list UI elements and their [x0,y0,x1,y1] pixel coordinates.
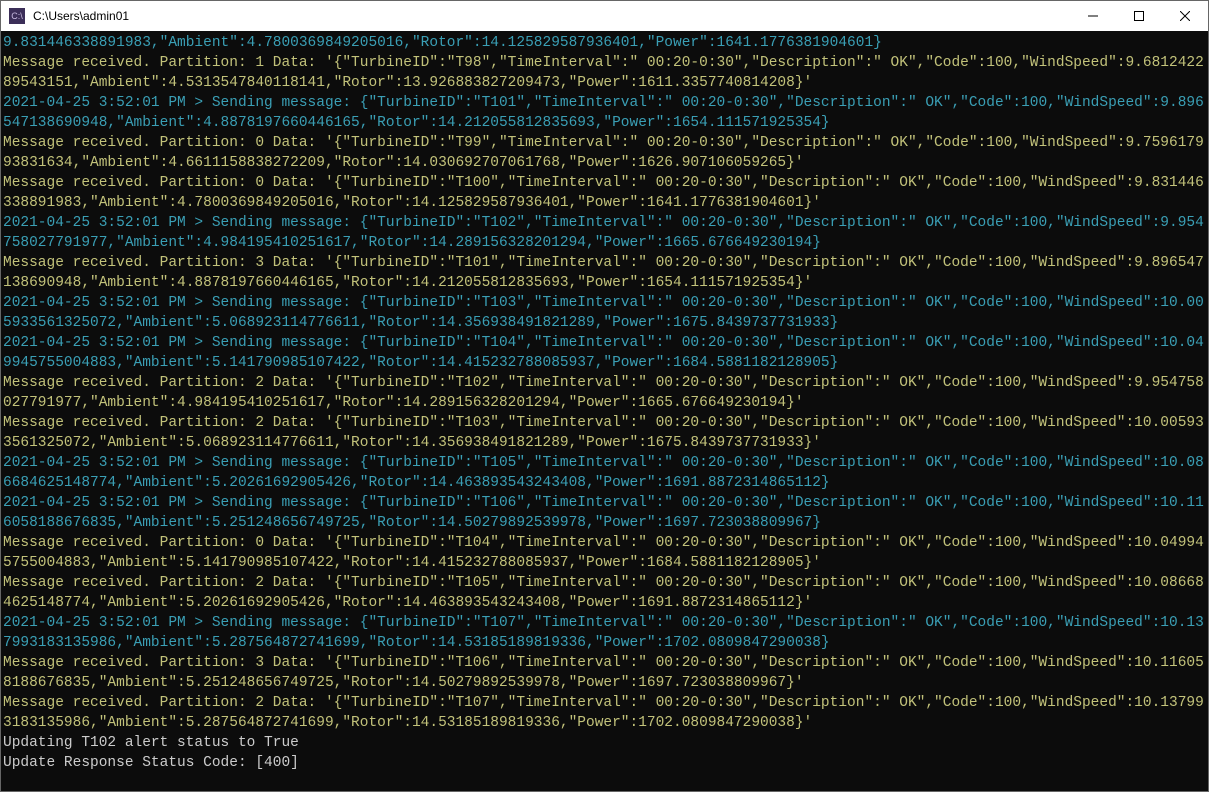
minimize-icon [1088,11,1098,21]
terminal-line: 9.831446338891983,"Ambient":4.7800369849… [3,35,882,51]
window-title: C:\Users\admin01 [33,9,1070,23]
terminal-line: 2021-04-25 3:52:01 PM > Sending message:… [3,335,1204,371]
terminal-line: 2021-04-25 3:52:01 PM > Sending message:… [3,95,1204,131]
app-window: C:\ C:\Users\admin01 9.831446338891983,"… [0,0,1209,792]
terminal-line: Message received. Partition: 2 Data: '{"… [3,415,1204,451]
terminal-line: Message received. Partition: 3 Data: '{"… [3,255,1204,291]
terminal-line: Message received. Partition: 2 Data: '{"… [3,375,1204,411]
terminal-line: Message received. Partition: 0 Data: '{"… [3,135,1204,171]
terminal-line: 2021-04-25 3:52:01 PM > Sending message:… [3,615,1204,651]
terminal-line: Updating T102 alert status to True [3,735,299,751]
terminal-line: 2021-04-25 3:52:01 PM > Sending message:… [3,215,1204,251]
titlebar[interactable]: C:\ C:\Users\admin01 [1,1,1208,31]
terminal-line: Message received. Partition: 0 Data: '{"… [3,175,1204,211]
terminal-line: 2021-04-25 3:52:01 PM > Sending message:… [3,495,1204,531]
maximize-icon [1134,11,1144,21]
terminal-line: Message received. Partition: 2 Data: '{"… [3,575,1204,611]
close-button[interactable] [1162,1,1208,31]
window-controls [1070,1,1208,31]
maximize-button[interactable] [1116,1,1162,31]
close-icon [1180,11,1190,21]
terminal-line: Message received. Partition: 3 Data: '{"… [3,655,1204,691]
terminal-line: 2021-04-25 3:52:01 PM > Sending message:… [3,455,1204,491]
app-icon: C:\ [9,8,25,24]
terminal-line: Message received. Partition: 1 Data: '{"… [3,55,1204,91]
terminal-line: Message received. Partition: 2 Data: '{"… [3,695,1204,731]
terminal-line: Message received. Partition: 0 Data: '{"… [3,535,1204,571]
terminal-line: 2021-04-25 3:52:01 PM > Sending message:… [3,295,1204,331]
terminal-line: Update Response Status Code: [400] [3,755,299,771]
terminal-output[interactable]: 9.831446338891983,"Ambient":4.7800369849… [1,31,1208,791]
minimize-button[interactable] [1070,1,1116,31]
